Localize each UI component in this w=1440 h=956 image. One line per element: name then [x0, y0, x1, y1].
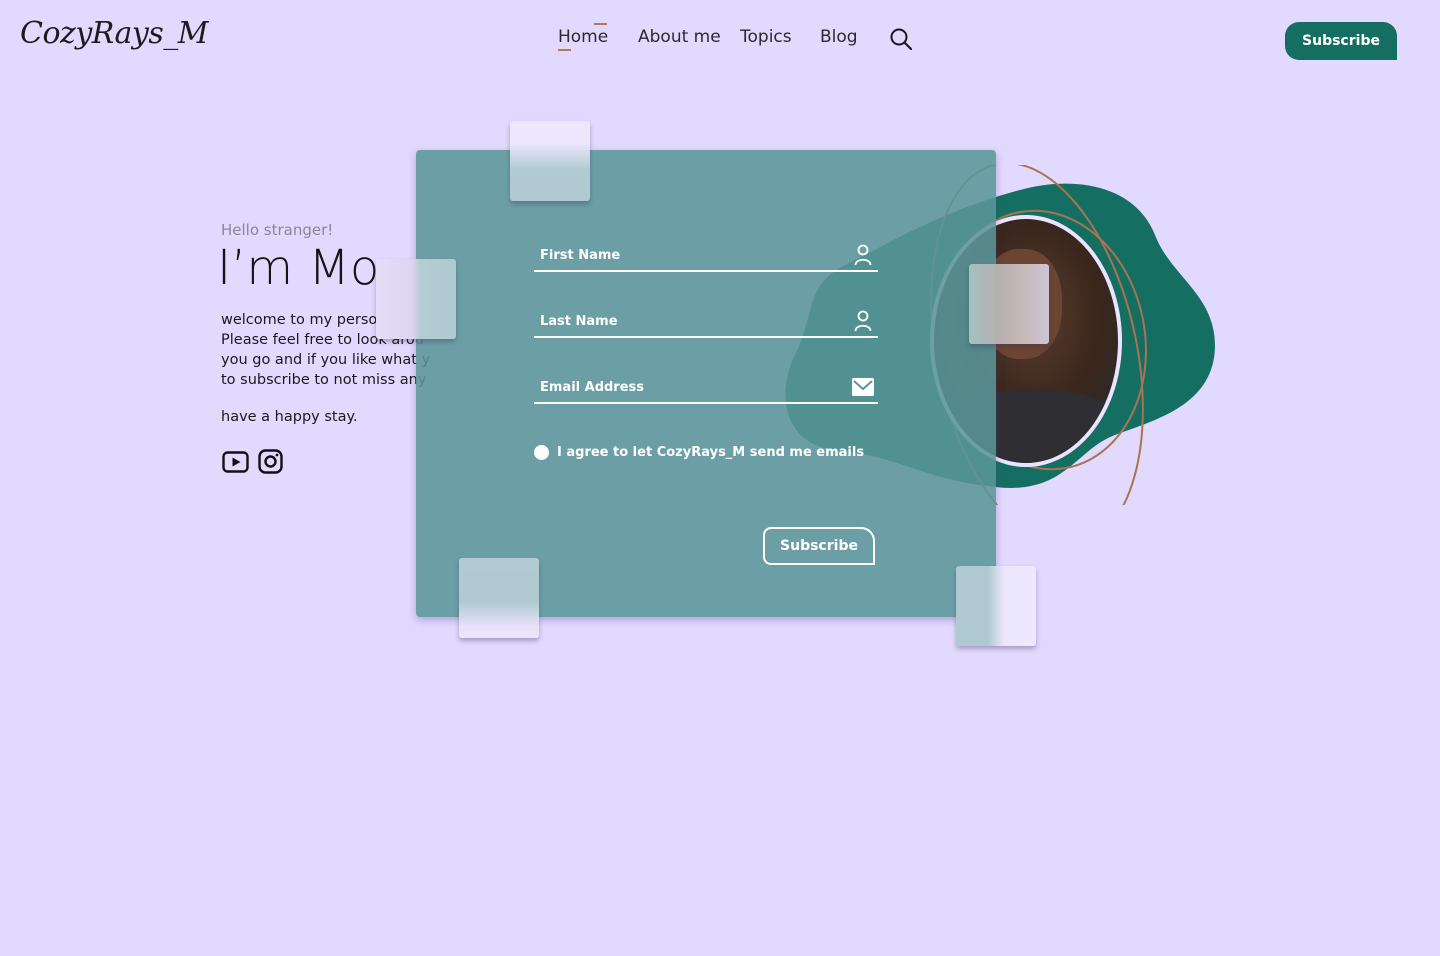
- frosted-square: [376, 259, 456, 339]
- closing-text: have a happy stay.: [221, 409, 358, 425]
- last-name-placeholder: Last Name: [540, 314, 618, 329]
- form-subscribe-button[interactable]: Subscribe: [763, 527, 875, 565]
- user-icon: [854, 244, 872, 266]
- subscribe-card: First Name Last Name Email Address I agr…: [416, 150, 996, 617]
- active-indicator-bottom: [558, 49, 571, 51]
- email-field[interactable]: Email Address: [534, 374, 878, 404]
- nav-blog[interactable]: Blog: [820, 27, 858, 47]
- frosted-square: [956, 566, 1036, 646]
- frosted-square: [459, 558, 539, 638]
- youtube-icon[interactable]: [222, 450, 249, 474]
- first-name-placeholder: First Name: [540, 248, 621, 263]
- consent-radio[interactable]: [534, 445, 549, 460]
- logo-text: CozyRays_M: [20, 16, 209, 51]
- first-name-field[interactable]: First Name: [534, 242, 878, 272]
- frosted-square: [510, 121, 590, 201]
- user-icon: [854, 310, 872, 332]
- active-indicator-top: [594, 23, 607, 25]
- nav-about[interactable]: About me: [638, 27, 721, 47]
- frosted-square: [969, 264, 1049, 344]
- search-icon[interactable]: [889, 27, 913, 51]
- email-placeholder: Email Address: [540, 380, 645, 395]
- hero-name: I’m Mo: [217, 240, 380, 296]
- envelope-icon: [852, 378, 874, 396]
- consent-checkbox[interactable]: I agree to let CozyRays_M send me emails: [534, 445, 864, 460]
- greeting-text: Hello stranger!: [221, 221, 334, 239]
- header-subscribe-button[interactable]: Subscribe: [1285, 22, 1397, 60]
- last-name-field[interactable]: Last Name: [534, 308, 878, 338]
- nav-topics[interactable]: Topics: [740, 27, 792, 47]
- nav-home[interactable]: Home: [558, 27, 608, 47]
- site-logo[interactable]: CozyRays_M: [20, 16, 209, 51]
- consent-label: I agree to let CozyRays_M send me emails: [557, 445, 865, 460]
- instagram-icon[interactable]: [258, 449, 283, 474]
